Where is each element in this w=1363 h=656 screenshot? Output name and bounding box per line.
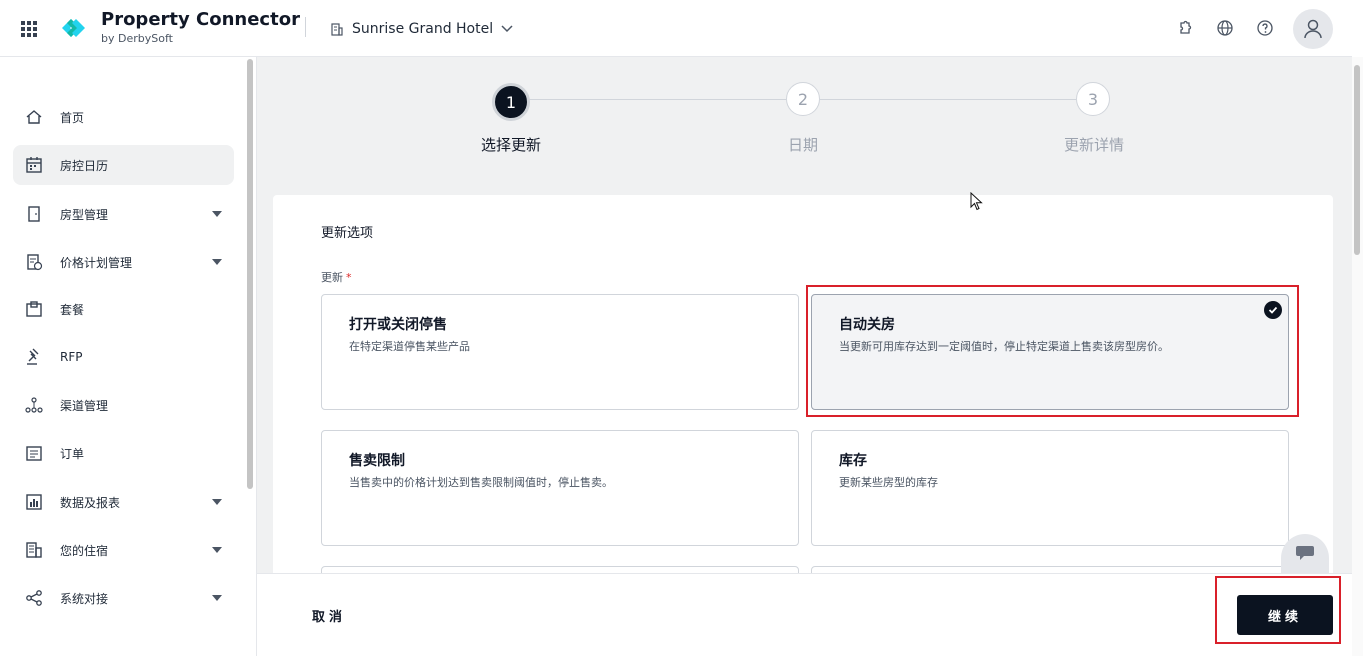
option-more-left[interactable] <box>321 566 799 573</box>
option-more-right[interactable] <box>811 566 1289 573</box>
chevron-down-icon <box>212 595 222 601</box>
sidebar-item-label: 系统对接 <box>60 591 109 606</box>
option-description: 更新某些房型的库存 <box>839 476 938 489</box>
continue-button[interactable]: 继续 <box>1237 595 1333 635</box>
step-number: 3 <box>1087 89 1099 109</box>
sidebar-item-reports[interactable]: 数据及报表 <box>13 482 234 522</box>
brand-name: Property Connector <box>101 9 300 30</box>
building-icon <box>26 542 42 558</box>
top-bar: Property Connector by DerbySoft Sunrise … <box>0 0 1352 57</box>
sidebar-item-label: 首页 <box>60 110 85 125</box>
sidebar-item-calendar[interactable]: 房控日历 <box>13 145 234 185</box>
stepper-connector <box>820 99 1076 100</box>
main-content: 1 2 3 选择更新 日期 更新详情 更新选项 更新 * 打开或关闭停售 在特定渠… <box>257 57 1352 573</box>
chat-icon <box>1296 546 1314 560</box>
sidebar-item-label: 价格计划管理 <box>60 255 133 270</box>
option-description: 在特定渠道停售某些产品 <box>349 340 470 353</box>
sidebar-item-label: 数据及报表 <box>60 495 121 510</box>
option-title: 打开或关闭停售 <box>349 317 447 333</box>
sidebar-item-label: RFP <box>60 350 83 364</box>
sidebar-item-label: 渠道管理 <box>60 398 109 413</box>
sidebar-scrollbar[interactable] <box>247 59 253 489</box>
user-avatar-icon <box>1304 19 1322 39</box>
help-icon[interactable] <box>1256 19 1274 37</box>
sidebar-item-label: 您的住宿 <box>60 543 109 558</box>
main-scrollbar[interactable] <box>1352 57 1363 656</box>
step-3-indicator: 3 <box>1076 82 1110 116</box>
stepper-connector <box>529 99 786 100</box>
order-icon <box>26 446 42 461</box>
step-2-indicator: 2 <box>786 82 820 116</box>
top-divider <box>305 17 306 37</box>
sidebar-item-packages[interactable]: 套餐 <box>13 289 234 329</box>
user-avatar[interactable] <box>1293 9 1333 49</box>
price-plan-icon <box>27 254 43 271</box>
step-number: 1 <box>505 92 517 112</box>
sidebar-item-rfp[interactable]: RFP <box>13 337 234 377</box>
required-mark: * <box>346 271 352 284</box>
share-icon <box>26 590 42 606</box>
option-sales-limit[interactable]: 售卖限制 当售卖中的价格计划达到售卖限制阈值时，停止售卖。 <box>321 430 799 546</box>
calendar-icon <box>26 157 42 173</box>
update-options-card: 更新选项 更新 * 打开或关闭停售 在特定渠道停售某些产品 自动关房 当更新可用库… <box>273 195 1333 573</box>
door-icon <box>28 206 40 222</box>
sidebar-item-label: 房型管理 <box>60 207 109 222</box>
cancel-button[interactable]: 取消 <box>312 606 346 625</box>
report-icon <box>26 494 42 510</box>
package-icon <box>26 301 42 317</box>
sidebar-item-properties[interactable]: 您的住宿 <box>13 530 234 570</box>
chevron-down-icon <box>501 25 513 33</box>
sidebar-item-integrations[interactable]: 系统对接 <box>13 578 234 618</box>
step-number: 2 <box>797 89 809 109</box>
puzzle-icon[interactable] <box>1176 19 1194 37</box>
step-2-label: 日期 <box>787 136 819 154</box>
sidebar-item-room-types[interactable]: 房型管理 <box>13 194 234 234</box>
field-label-text: 更新 <box>321 271 343 284</box>
sidebar-item-price-plans[interactable]: 价格计划管理 <box>13 242 234 282</box>
chat-support-button[interactable] <box>1281 534 1329 576</box>
option-title: 自动关房 <box>839 317 895 333</box>
sidebar-item-label: 订单 <box>60 446 85 461</box>
option-close-sales[interactable]: 打开或关闭停售 在特定渠道停售某些产品 <box>321 294 799 410</box>
hotel-selector[interactable]: Sunrise Grand Hotel <box>330 18 513 40</box>
option-inventory[interactable]: 库存 更新某些房型的库存 <box>811 430 1289 546</box>
field-label: 更新 * <box>321 269 352 285</box>
sidebar-item-channels[interactable]: 渠道管理 <box>13 385 234 425</box>
footer-bar: 取消 继续 <box>257 573 1352 656</box>
brand-logo <box>62 19 85 37</box>
option-description: 当更新可用库存达到一定阈值时，停止特定渠道上售卖该房型房价。 <box>839 340 1169 353</box>
section-title: 更新选项 <box>321 226 374 241</box>
step-3-label: 更新详情 <box>1063 136 1125 154</box>
chevron-down-icon <box>212 499 222 505</box>
chevron-down-icon <box>212 547 222 553</box>
sidebar: 首页 房控日历 房型管理 价格计划管理 套餐 RFP 渠道管理 订单 数据及报表… <box>0 57 257 656</box>
option-description: 当售卖中的价格计划达到售卖限制阈值时，停止售卖。 <box>349 476 613 489</box>
chevron-down-icon <box>212 211 222 217</box>
option-title: 售卖限制 <box>349 453 405 469</box>
home-icon <box>26 110 42 124</box>
sidebar-item-label: 套餐 <box>60 302 85 317</box>
sidebar-item-label: 房控日历 <box>60 158 109 173</box>
main-scrollbar-thumb[interactable] <box>1354 65 1360 255</box>
gavel-icon <box>27 348 39 365</box>
building-icon <box>331 23 343 36</box>
globe-icon[interactable] <box>1216 19 1234 37</box>
brand-subtitle: by DerbySoft <box>101 32 173 45</box>
step-1-label: 选择更新 <box>480 136 542 154</box>
option-auto-close[interactable]: 自动关房 当更新可用库存达到一定阈值时，停止特定渠道上售卖该房型房价。 <box>811 294 1289 410</box>
step-1-indicator: 1 <box>492 83 530 121</box>
check-icon <box>1264 301 1282 319</box>
app-grid-icon[interactable] <box>21 21 37 37</box>
chevron-down-icon <box>212 259 222 265</box>
hotel-name: Sunrise Grand Hotel <box>352 21 494 37</box>
sidebar-item-orders[interactable]: 订单 <box>13 433 234 473</box>
option-title: 库存 <box>839 453 867 469</box>
sidebar-item-home[interactable]: 首页 <box>13 97 234 137</box>
channel-icon <box>25 397 43 413</box>
mouse-cursor-icon <box>970 192 983 211</box>
